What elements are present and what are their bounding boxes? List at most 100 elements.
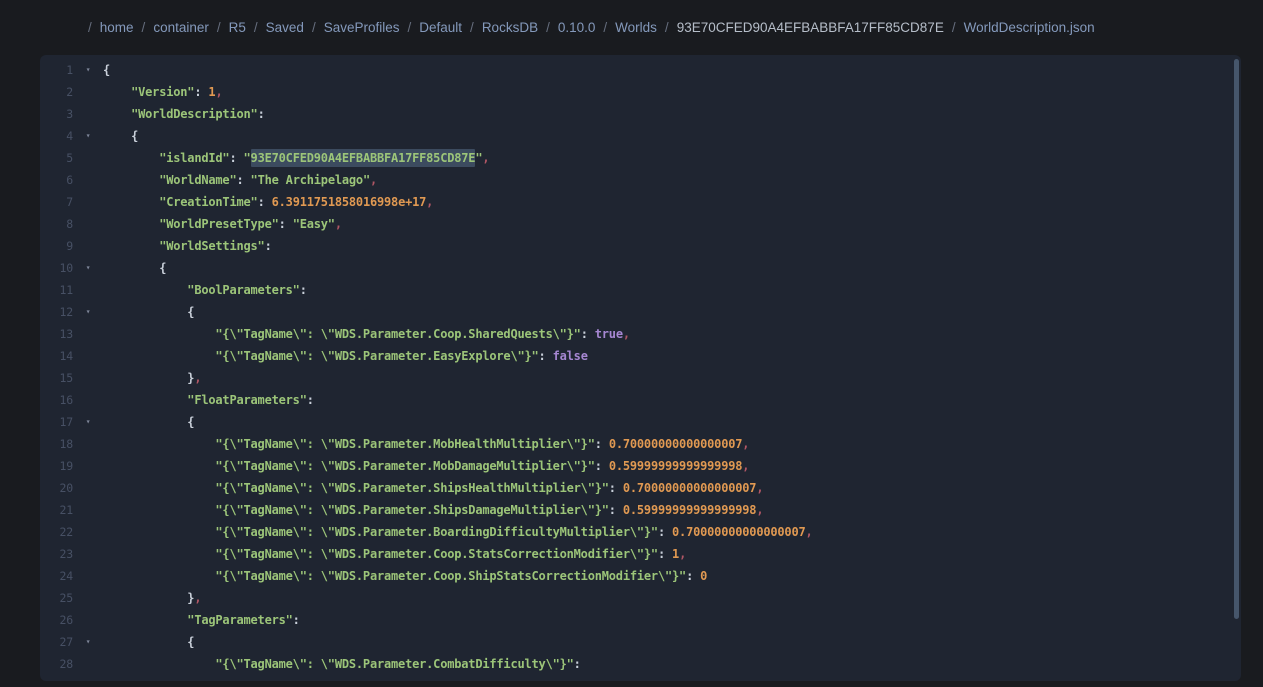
breadcrumb-separator: / — [253, 20, 258, 35]
code-text: "BoolParameters": — [103, 279, 1241, 301]
code-line[interactable]: 12 ▾ { — [40, 301, 1241, 323]
line-number: 18 — [59, 437, 74, 451]
code-text: { — [103, 631, 1241, 653]
line-number: 7 — [66, 195, 73, 209]
token-punc: { — [187, 305, 195, 319]
code-line[interactable]: 18 "{\"TagName\": \"WDS.Parameter.MobHea… — [40, 433, 1241, 455]
code-line[interactable]: 11 "BoolParameters": — [40, 279, 1241, 301]
line-number: 26 — [59, 613, 74, 627]
token-str: "Easy" — [292, 217, 335, 231]
code-line[interactable]: 21 "{\"TagName\": \"WDS.Parameter.ShipsD… — [40, 499, 1241, 521]
code-line[interactable]: 10 ▾ { — [40, 257, 1241, 279]
fold-arrow-icon[interactable]: ▾ — [73, 257, 103, 279]
code-text: { — [103, 125, 1241, 147]
code-line[interactable]: 15 }, — [40, 367, 1241, 389]
fold-arrow-icon[interactable]: ▾ — [73, 301, 103, 323]
fold-gutter — [73, 81, 103, 103]
token-comma: , — [805, 525, 813, 539]
breadcrumb-item-worlds[interactable]: Worlds — [615, 20, 657, 35]
code-line[interactable]: 19 "{\"TagName\": \"WDS.Parameter.MobDam… — [40, 455, 1241, 477]
code-text: "WorldPresetType": "Easy", — [103, 213, 1241, 235]
breadcrumb-separator: / — [664, 20, 669, 35]
code-text: "{\"TagName\": \"WDS.Parameter.CombatDif… — [103, 653, 1241, 675]
code-line[interactable]: 25 }, — [40, 587, 1241, 609]
fold-gutter — [73, 609, 103, 631]
token-punc: { — [187, 415, 195, 429]
code-line[interactable]: 6 "WorldName": "The Archipelago", — [40, 169, 1241, 191]
breadcrumb-item-saved[interactable]: Saved — [266, 20, 304, 35]
code-line[interactable]: 3 "WorldDescription": — [40, 103, 1241, 125]
breadcrumb-item-home[interactable]: home — [100, 20, 134, 35]
code-line[interactable]: 16 "FloatParameters": — [40, 389, 1241, 411]
line-number: 12 — [59, 305, 74, 319]
breadcrumb-item-worlddescription-json[interactable]: WorldDescription.json — [964, 20, 1095, 35]
code-text: }, — [103, 367, 1241, 389]
fold-arrow-icon[interactable]: ▾ — [73, 631, 103, 653]
fold-gutter — [73, 213, 103, 235]
token-punc: : — [292, 613, 300, 627]
code-line[interactable]: 5 "islandId": "93E70CFED90A4EFBABBFA17FF… — [40, 147, 1241, 169]
code-line[interactable]: 20 "{\"TagName\": \"WDS.Parameter.ShipsH… — [40, 477, 1241, 499]
breadcrumb-item-93e70cfed90a4efbabbfa17ff85cd87e: 93E70CFED90A4EFBABBFA17FF85CD87E — [676, 20, 944, 35]
line-number: 6 — [66, 173, 73, 187]
fold-gutter — [73, 433, 103, 455]
code-text: "WorldSettings": — [103, 235, 1241, 257]
token-num: 0.70000000000000007 — [672, 525, 806, 539]
line-number: 22 — [59, 525, 74, 539]
fold-arrow-icon[interactable]: ▾ — [73, 125, 103, 147]
code-line[interactable]: 13 "{\"TagName\": \"WDS.Parameter.Coop.S… — [40, 323, 1241, 345]
token-num: 0 — [700, 569, 708, 583]
breadcrumb-item-default[interactable]: Default — [419, 20, 462, 35]
code-text: { — [103, 301, 1241, 323]
code-line[interactable]: 24 "{\"TagName\": \"WDS.Parameter.Coop.S… — [40, 565, 1241, 587]
code-line[interactable]: 7 "CreationTime": 6.3911751858016998e+17… — [40, 191, 1241, 213]
token-punc: : — [594, 437, 609, 451]
breadcrumb-separator: / — [88, 20, 92, 35]
fold-gutter — [73, 477, 103, 499]
line-number: 17 — [59, 415, 74, 429]
code-text: "{\"TagName\": \"WDS.Parameter.MobHealth… — [103, 433, 1241, 455]
line-number: 4 — [66, 129, 73, 143]
breadcrumb-separator: / — [546, 20, 550, 35]
code-line[interactable]: 23 "{\"TagName\": \"WDS.Parameter.Coop.S… — [40, 543, 1241, 565]
breadcrumb-item-0-10-0[interactable]: 0.10.0 — [558, 20, 596, 35]
code-line[interactable]: 22 "{\"TagName\": \"WDS.Parameter.Boardi… — [40, 521, 1241, 543]
token-comma: , — [742, 437, 750, 451]
fold-gutter — [73, 147, 103, 169]
line-number: 28 — [59, 657, 74, 671]
line-number: 1 — [66, 63, 73, 77]
fold-gutter — [73, 367, 103, 389]
breadcrumb-separator: / — [141, 20, 146, 35]
code-line[interactable]: 14 "{\"TagName\": \"WDS.Parameter.EasyEx… — [40, 345, 1241, 367]
fold-arrow-icon[interactable]: ▾ — [73, 411, 103, 433]
token-punc: : — [686, 569, 701, 583]
code-line[interactable]: 4 ▾ { — [40, 125, 1241, 147]
code-line[interactable]: 26 "TagParameters": — [40, 609, 1241, 631]
json-editor[interactable]: 1 ▾{2 "Version": 1, 3 "WorldDescription": 4… — [40, 55, 1241, 681]
token-punc: : — [580, 327, 595, 341]
code-area: 1 ▾{2 "Version": 1, 3 "WorldDescription": 4… — [40, 59, 1241, 675]
breadcrumb-item-container[interactable]: container — [153, 20, 209, 35]
breadcrumb-item-saveprofiles[interactable]: SaveProfiles — [324, 20, 400, 35]
code-line[interactable]: 1 ▾{ — [40, 59, 1241, 81]
code-line[interactable]: 27 ▾ { — [40, 631, 1241, 653]
breadcrumb-separator: / — [216, 20, 221, 35]
scrollbar-thumb[interactable] — [1234, 59, 1239, 619]
selection-highlight: 93E70CFED90A4EFBABBFA17FF85CD87E — [250, 149, 476, 167]
code-line[interactable]: 9 "WorldSettings": — [40, 235, 1241, 257]
token-str: "{\"TagName\": \"WDS.Parameter.ShipsHeal… — [215, 481, 609, 495]
code-line[interactable]: 17 ▾ { — [40, 411, 1241, 433]
token-punc: { — [131, 129, 139, 143]
breadcrumb-item-rocksdb[interactable]: RocksDB — [482, 20, 538, 35]
token-punc: : — [229, 151, 244, 165]
code-text: "{\"TagName\": \"WDS.Parameter.ShipsHeal… — [103, 477, 1241, 499]
token-str: "{\"TagName\": \"WDS.Parameter.MobDamage… — [215, 459, 595, 473]
token-num: 0.70000000000000007 — [622, 481, 757, 495]
code-line[interactable]: 2 "Version": 1, — [40, 81, 1241, 103]
code-line[interactable]: 28 "{\"TagName\": \"WDS.Parameter.Combat… — [40, 653, 1241, 675]
token-str: "{\"TagName\": \"WDS.Parameter.CombatDif… — [215, 657, 574, 671]
fold-arrow-icon[interactable]: ▾ — [73, 59, 103, 81]
breadcrumb-item-r5[interactable]: R5 — [229, 20, 246, 35]
code-line[interactable]: 8 "WorldPresetType": "Easy", — [40, 213, 1241, 235]
token-punc: : — [538, 349, 553, 363]
